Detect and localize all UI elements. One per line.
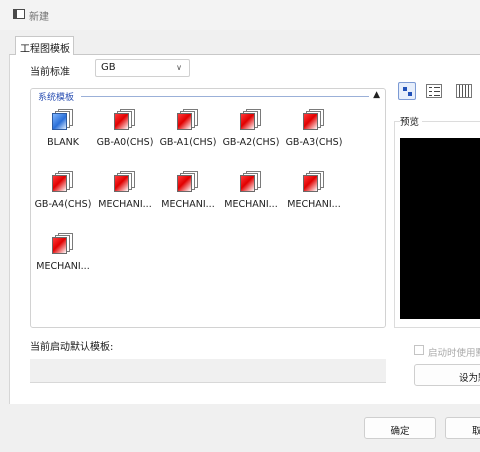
- tab-drawing-templates[interactable]: 工程图模板: [15, 36, 74, 55]
- template-label: GB-A3(CHS): [285, 137, 343, 148]
- large-icons-view-icon[interactable]: [398, 82, 416, 100]
- template-label: MECHANI...: [224, 199, 278, 210]
- drawing-template-icon: [303, 171, 325, 193]
- template-item-gb-a4[interactable]: GB-A4(CHS): [31, 167, 95, 229]
- template-item-blank[interactable]: BLANK: [31, 105, 95, 167]
- standard-select[interactable]: GB ∨: [95, 59, 190, 77]
- template-label: MECHANI...: [161, 199, 215, 210]
- set-as-default-button[interactable]: 设为默: [414, 364, 480, 386]
- drawing-template-icon: [114, 171, 136, 193]
- template-gallery[interactable]: 系统模板 ▲ BLANK GB-A0(CHS) GB-A1(CHS) GB-A2…: [30, 88, 386, 328]
- template-item-gb-a3[interactable]: GB-A3(CHS): [282, 105, 346, 167]
- template-blank-icon: [52, 109, 74, 131]
- list-view-icon[interactable]: [426, 84, 442, 98]
- drawing-template-icon: [240, 171, 262, 193]
- template-item-mechanical[interactable]: MECHANI...: [282, 167, 346, 229]
- window-title: 新建: [29, 12, 49, 23]
- standard-label: 当前标准: [30, 67, 70, 78]
- standard-value: GB: [101, 62, 116, 73]
- collapse-group-icon[interactable]: ▲: [373, 90, 380, 100]
- preview-canvas: [400, 138, 480, 319]
- ok-button[interactable]: 确定: [364, 417, 436, 439]
- default-template-field: [30, 359, 386, 383]
- drawing-template-icon: [177, 171, 199, 193]
- template-item-mechanical[interactable]: MECHANI...: [31, 229, 95, 291]
- app-icon: [13, 9, 25, 19]
- drawing-template-icon: [52, 171, 74, 193]
- template-item-mechanical[interactable]: MECHANI...: [93, 167, 157, 229]
- drawing-template-icon: [177, 109, 199, 131]
- drawing-template-icon: [303, 109, 325, 131]
- window-left-edge: [0, 30, 9, 404]
- use-default-on-startup-label: 启动时使用默: [428, 348, 480, 359]
- template-label: GB-A4(CHS): [34, 199, 92, 210]
- title-bar: 新建: [0, 0, 480, 30]
- cancel-button[interactable]: 取消: [445, 417, 480, 439]
- chevron-down-icon: ∨: [176, 63, 182, 72]
- drawing-template-icon: [114, 109, 136, 131]
- template-label: GB-A2(CHS): [222, 137, 280, 148]
- drawing-template-icon: [52, 233, 74, 255]
- template-label: MECHANI...: [98, 199, 152, 210]
- use-default-on-startup-checkbox[interactable]: [414, 345, 424, 355]
- template-label: MECHANI...: [287, 199, 341, 210]
- template-item-gb-a2[interactable]: GB-A2(CHS): [219, 105, 283, 167]
- preview-label: 预览: [400, 114, 423, 128]
- template-label: GB-A0(CHS): [96, 137, 154, 148]
- template-item-gb-a1[interactable]: GB-A1(CHS): [156, 105, 220, 167]
- template-label: GB-A1(CHS): [159, 137, 217, 148]
- default-template-label: 当前启动默认模板:: [30, 342, 114, 353]
- template-item-mechanical[interactable]: MECHANI...: [219, 167, 283, 229]
- group-label-system-templates: 系统模板: [38, 90, 78, 103]
- template-label: BLANK: [47, 137, 79, 148]
- drawing-template-icon: [240, 109, 262, 131]
- template-item-mechanical[interactable]: MECHANI...: [156, 167, 220, 229]
- details-view-icon[interactable]: [456, 84, 472, 98]
- template-item-gb-a0[interactable]: GB-A0(CHS): [93, 105, 157, 167]
- template-label: MECHANI...: [36, 261, 90, 272]
- group-divider: [81, 96, 369, 97]
